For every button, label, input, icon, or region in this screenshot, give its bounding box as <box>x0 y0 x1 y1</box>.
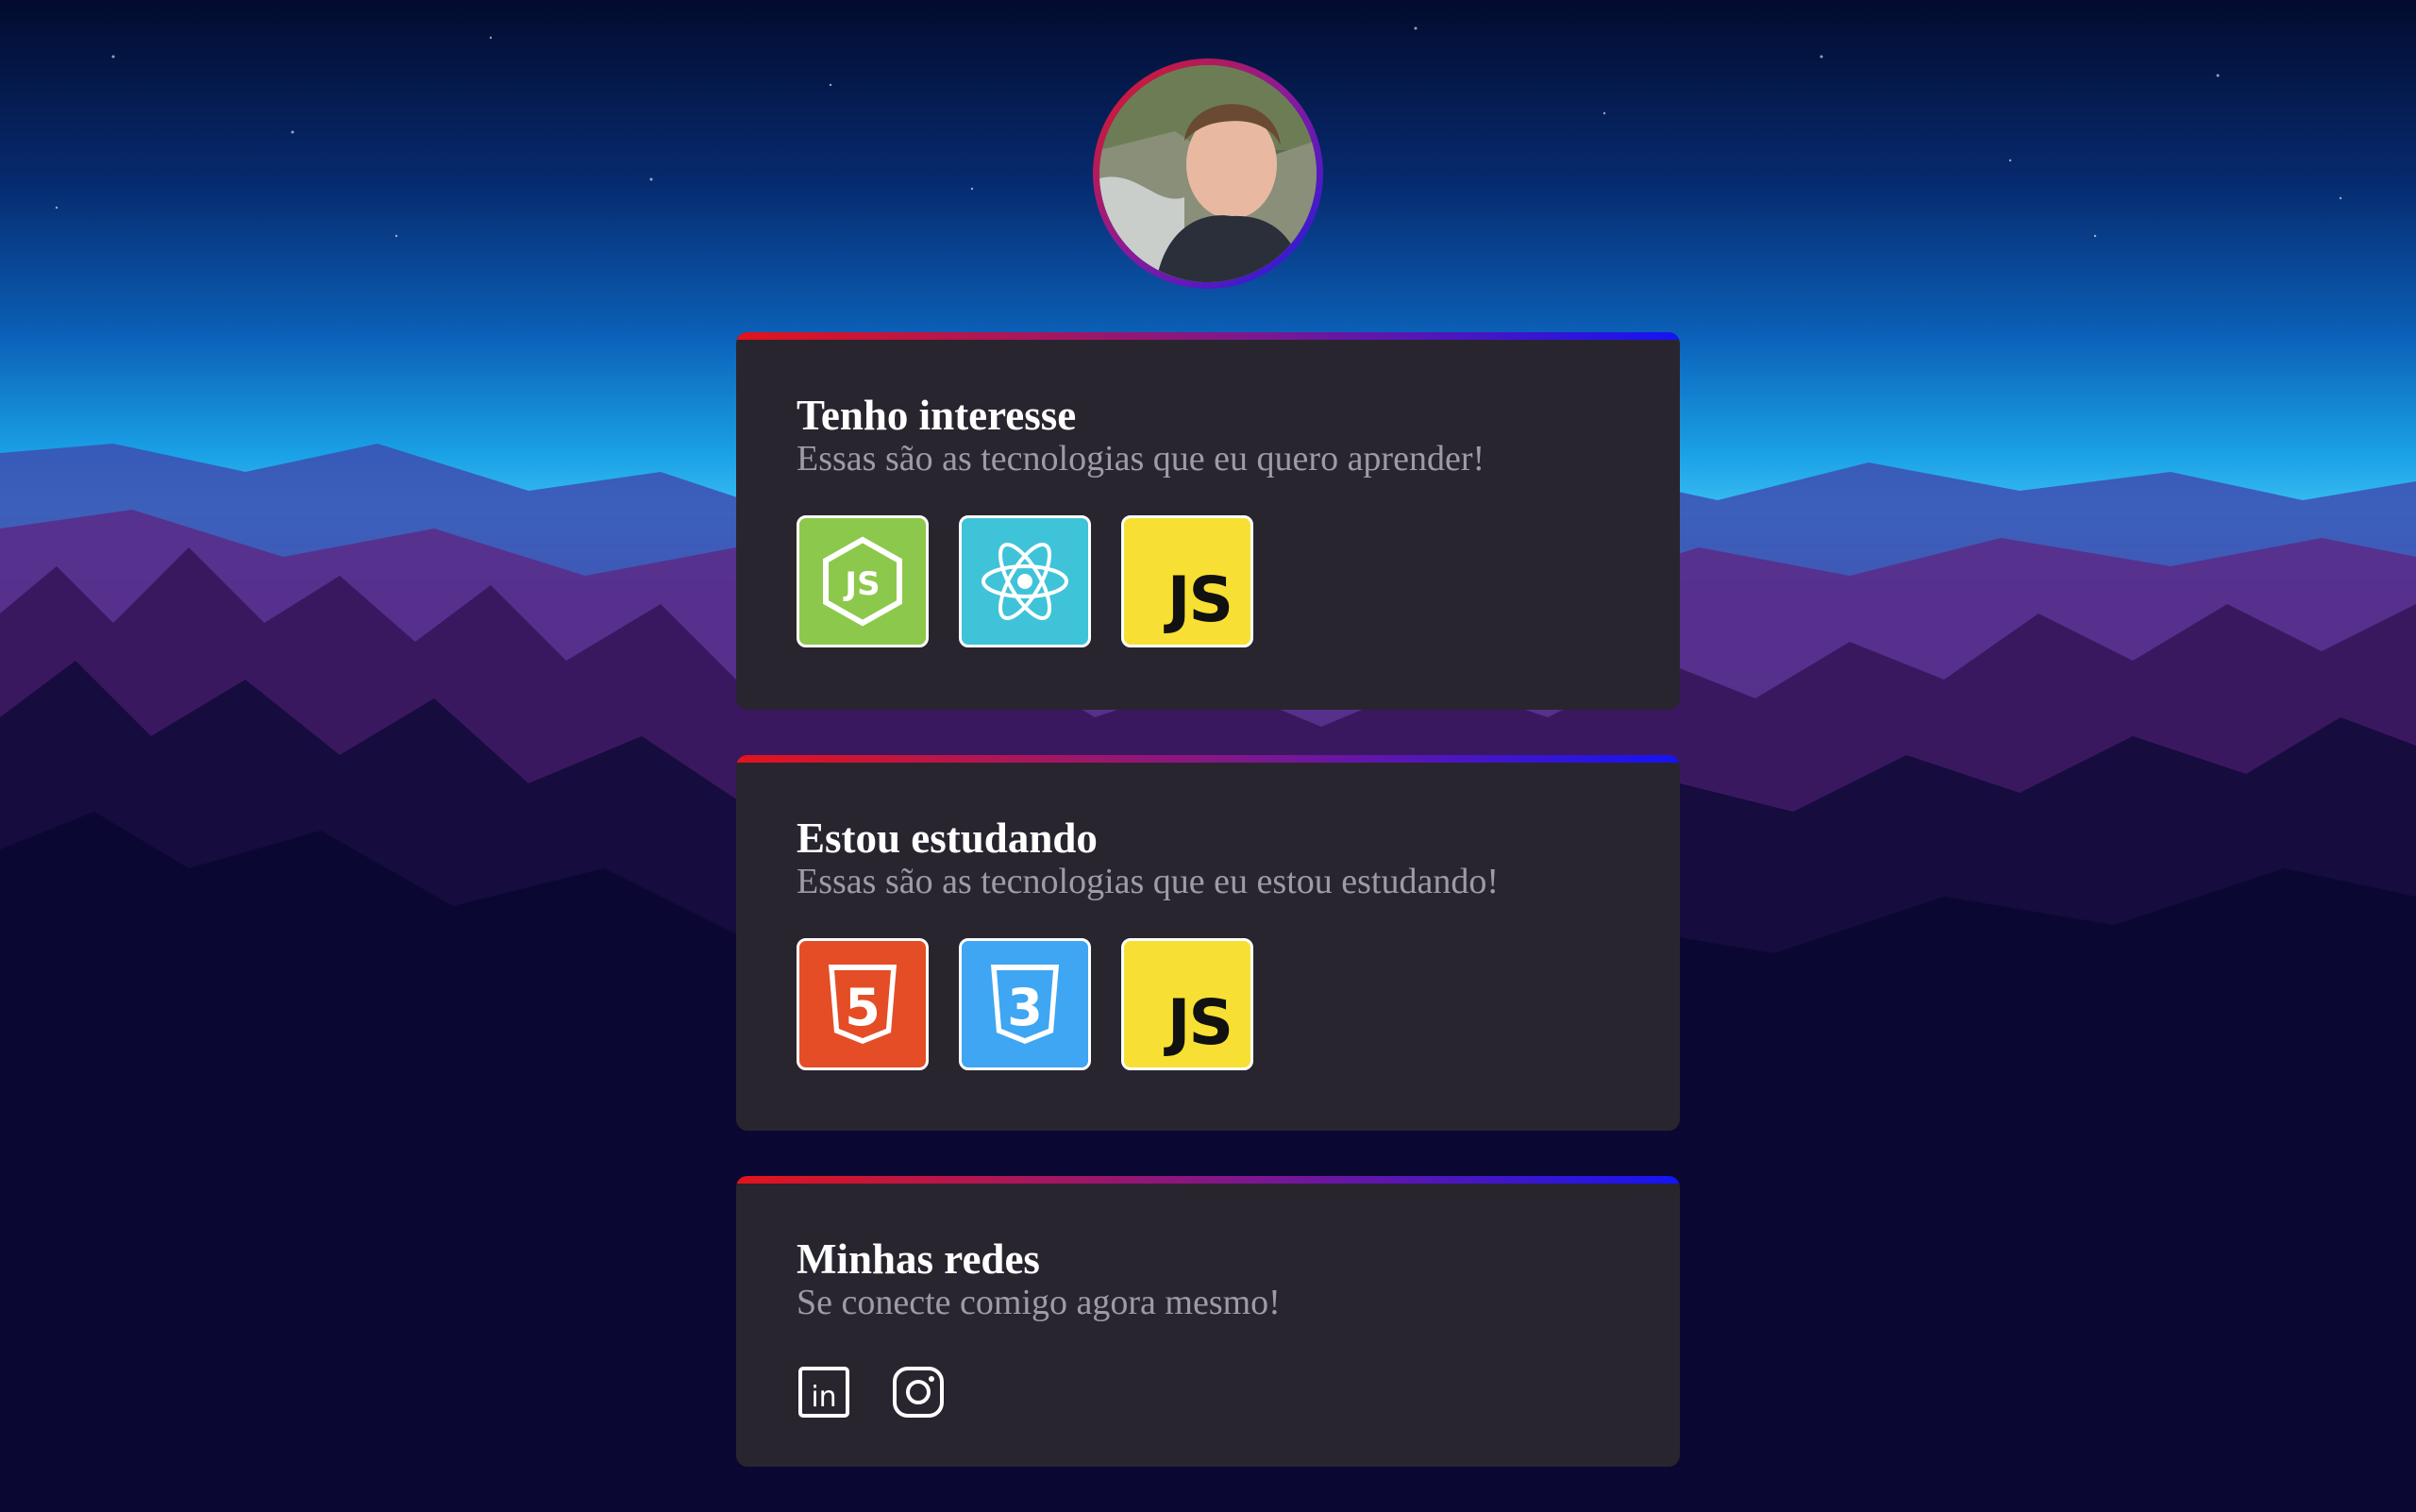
html5-label: 5 <box>845 978 881 1037</box>
card-subtitle: Essas são as tecnologias que eu estou es… <box>797 862 1499 901</box>
interests-card: Tenho interesse Essas são as tecnologias… <box>736 332 1680 710</box>
instagram-link[interactable] <box>891 1365 946 1420</box>
card-subtitle: Essas são as tecnologias que eu quero ap… <box>797 439 1485 479</box>
svg-text:JS: JS <box>843 565 880 603</box>
card-subtitle: Se conecte comigo agora mesmo! <box>797 1283 1281 1322</box>
card-title: Minhas redes <box>797 1235 1040 1283</box>
linkedin-link[interactable]: in <box>797 1365 851 1420</box>
javascript-icon[interactable]: JS <box>1121 515 1253 647</box>
avatar-photo <box>1099 65 1317 282</box>
javascript-icon[interactable]: JS <box>1121 938 1253 1070</box>
avatar <box>1093 59 1323 289</box>
linkedin-label: in <box>811 1381 836 1414</box>
javascript-label: JS <box>1166 986 1233 1059</box>
tech-list: 5 3 JS <box>797 938 1253 1070</box>
card-title: Tenho interesse <box>797 392 1077 439</box>
tech-list: JS JS <box>797 515 1253 647</box>
card-title: Estou estudando <box>797 815 1098 862</box>
studying-card: Estou estudando Essas são as tecnologias… <box>736 755 1680 1131</box>
react-icon[interactable] <box>959 515 1091 647</box>
instagram-icon <box>893 1367 944 1418</box>
css3-icon[interactable]: 3 <box>959 938 1091 1070</box>
html5-icon[interactable]: 5 <box>797 938 929 1070</box>
nodejs-icon[interactable]: JS <box>797 515 929 647</box>
social-links: in <box>797 1365 946 1420</box>
javascript-label: JS <box>1166 563 1233 636</box>
css3-label: 3 <box>1007 978 1043 1037</box>
linkedin-icon: in <box>798 1367 849 1418</box>
social-card: Minhas redes Se conecte comigo agora mes… <box>736 1176 1680 1467</box>
